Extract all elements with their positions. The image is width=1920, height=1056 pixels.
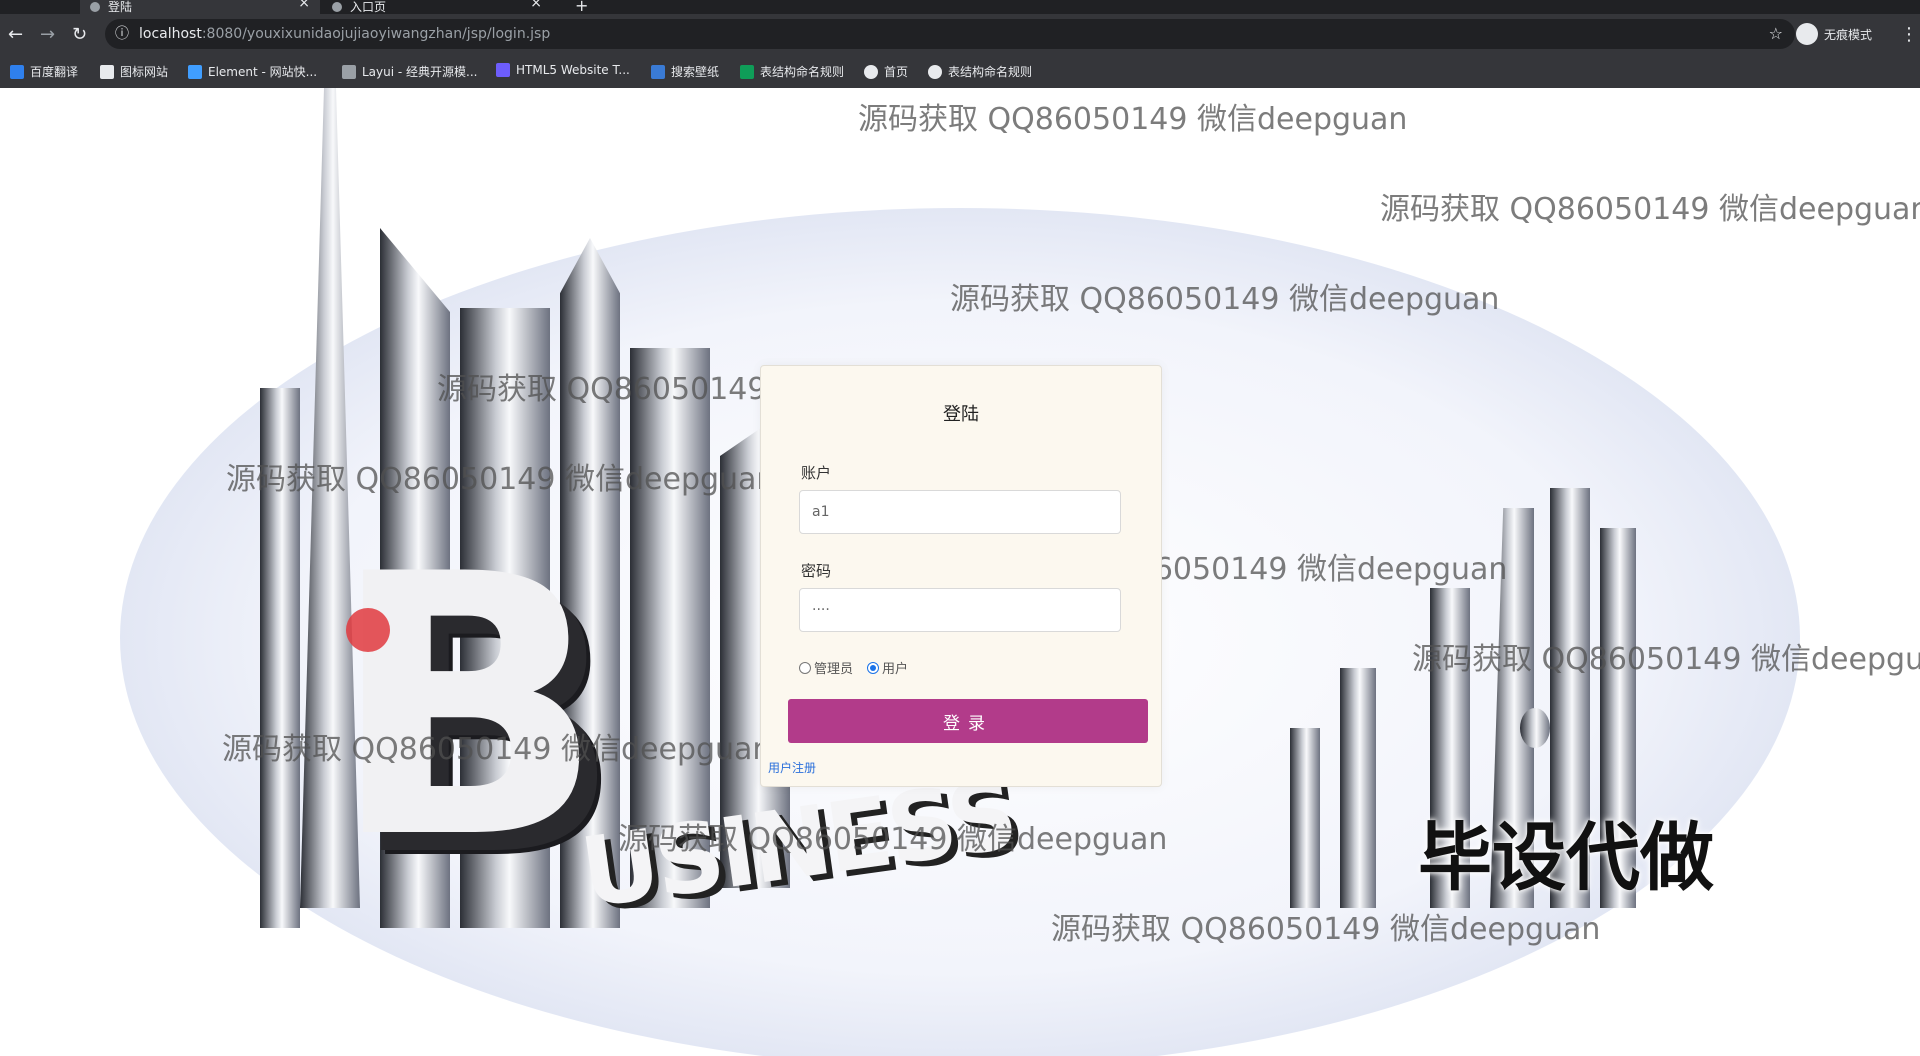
site-info-icon[interactable]: ⓘ: [115, 19, 129, 49]
back-icon[interactable]: ←: [8, 26, 23, 44]
login-title: 登陆: [943, 404, 979, 425]
url-text: localhost:8080/youxixunidaojujiaoyiwangz…: [139, 19, 550, 49]
role-label-admin: 管理员: [814, 662, 854, 677]
browser-tabstrip: 登陆 × 入口页 × +: [0, 0, 1920, 15]
role-radio-user[interactable]: [867, 661, 880, 674]
bookmark-label: 首页: [884, 65, 909, 79]
bookmark-item[interactable]: 首页: [864, 63, 908, 80]
element-icon: [188, 64, 202, 79]
watermark: 源码获取 QQ86050149 微信deepguan: [222, 732, 772, 767]
bookmarks-bar: 百度翻译 图标网站 Element - 网站快... Layui - 经典开源模…: [0, 56, 1920, 89]
tab-entry-page[interactable]: 入口页 ×: [322, 0, 552, 14]
watermark: 源码获取 QQ86050149 微信deepguan: [1380, 192, 1920, 227]
password-input[interactable]: [799, 588, 1121, 632]
browser-toolbar: ← → ↻ ⓘ localhost:8080/youxixunidaojujia…: [0, 14, 1920, 56]
promo-badge-text: 毕设代做: [1418, 815, 1714, 901]
url-path: :8080/youxixunidaojujiaoyiwangzhan/jsp/l…: [201, 26, 551, 42]
bookmark-item[interactable]: 图标网站: [100, 63, 168, 80]
role-selector: 管理员 用户: [799, 658, 922, 677]
address-bar[interactable]: ⓘ localhost:8080/youxixunidaojujiaoyiwan…: [105, 19, 1795, 49]
cursor-highlight: [346, 608, 390, 652]
reload-icon[interactable]: ↻: [72, 26, 87, 44]
globe-icon: [864, 64, 878, 79]
bookmark-label: 搜索壁纸: [671, 65, 720, 79]
html5-icon: [496, 63, 510, 77]
layui-icon: [342, 64, 356, 79]
tab-login[interactable]: 登陆 ×: [80, 0, 320, 14]
role-option-admin[interactable]: 管理员: [799, 658, 853, 677]
bookmark-label: 表结构命名规则: [760, 65, 845, 79]
watermark: 源码获取 QQ86050149 微信deepguan: [1412, 642, 1920, 677]
bookmark-item[interactable]: Element - 网站快...: [188, 63, 317, 80]
new-tab-icon[interactable]: +: [575, 0, 588, 15]
close-tab-icon[interactable]: ×: [298, 0, 310, 10]
close-tab-icon[interactable]: ×: [530, 0, 542, 10]
watermark: 源码获取 QQ86050149 微信deepguan: [226, 462, 776, 497]
globe-icon: [928, 64, 942, 79]
watermark: 源码获取 QQ86050149 微信deepguan: [618, 822, 1168, 857]
role-label-user: 用户: [882, 662, 909, 677]
page-favicon-icon: [90, 2, 100, 12]
bookmark-item[interactable]: 搜索壁纸: [651, 63, 719, 80]
forward-icon[interactable]: →: [40, 26, 55, 44]
flag-icon: [100, 64, 114, 79]
globe-icon: [332, 2, 342, 12]
bookmark-label: 图标网站: [120, 65, 169, 79]
bookmark-item[interactable]: 百度翻译: [10, 63, 78, 80]
bookmark-star-icon[interactable]: ☆: [1769, 19, 1783, 49]
bookmark-item[interactable]: Layui - 经典开源模...: [342, 63, 477, 80]
incognito-indicator[interactable]: 无痕模式: [1796, 21, 1872, 47]
bookmark-item[interactable]: 表结构命名规则: [928, 63, 1032, 80]
incognito-icon: [1796, 23, 1818, 45]
account-label: 账户: [801, 464, 832, 482]
bookmark-label: 百度翻译: [30, 65, 79, 79]
bookmark-label: HTML5 Website T...: [516, 63, 630, 77]
login-card: 登陆 账户 密码 管理员 用户 登录 用户注册: [760, 365, 1162, 787]
account-input[interactable]: [799, 490, 1121, 534]
bookmark-item[interactable]: HTML5 Website T...: [496, 63, 630, 77]
bookmark-label: Layui - 经典开源模...: [362, 65, 478, 79]
wallpaper-icon: [651, 64, 665, 79]
tab-title: 登陆: [108, 0, 133, 14]
url-host: localhost: [139, 26, 202, 42]
business-letter-b: B: [330, 498, 605, 917]
bookmark-item[interactable]: 表结构命名规则: [740, 63, 844, 80]
tab-title: 入口页: [350, 0, 387, 14]
watermark: 源码获取 QQ86050149 微信deepguan: [1051, 912, 1601, 947]
role-radio-admin[interactable]: [799, 661, 811, 674]
watermark: 源码获取 QQ86050149 微信deepguan: [950, 282, 1500, 317]
bookmark-label: Element - 网站快...: [208, 65, 318, 79]
register-link[interactable]: 用户注册: [768, 759, 816, 776]
browser-menu-icon[interactable]: ⋮: [1900, 24, 1918, 45]
watermark: 源码获取 QQ86050149 微信deepguan: [858, 102, 1408, 137]
baidu-translate-icon: [10, 64, 24, 79]
login-button[interactable]: 登录: [788, 699, 1148, 743]
incognito-label: 无痕模式: [1824, 27, 1873, 42]
role-option-user[interactable]: 用户: [867, 658, 908, 677]
password-label: 密码: [801, 562, 832, 580]
bookmark-label: 表结构命名规则: [948, 65, 1033, 79]
login-page: B USINESS 毕设代做 源码获取 QQ86050149 微信deepgua…: [0, 88, 1920, 1056]
sheet-icon: [740, 64, 754, 79]
